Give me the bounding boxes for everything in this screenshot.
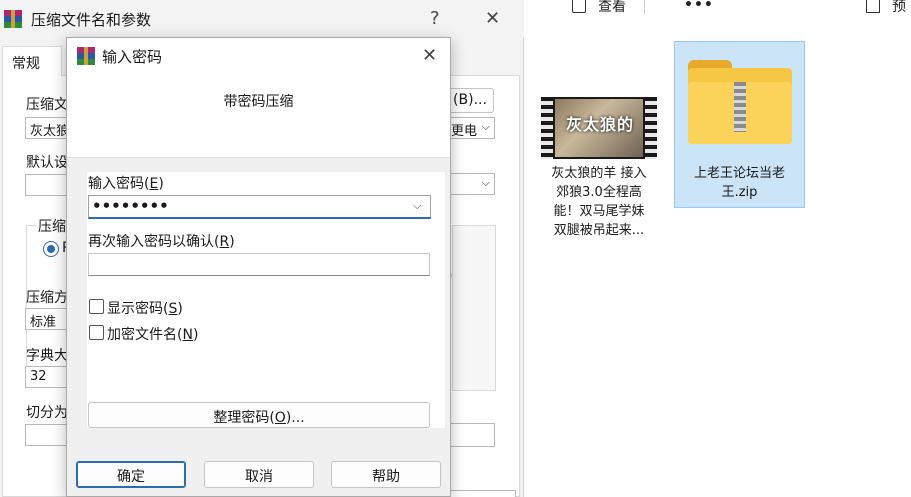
show-password-label[interactable]: 显示密码(S) [107, 298, 183, 318]
winrar-icon [77, 47, 95, 65]
header-text: 带密码压缩 [223, 94, 294, 110]
archive-close-button[interactable]: ✕ [485, 8, 500, 29]
tab-general[interactable]: 常规 [2, 46, 62, 76]
password-input[interactable]: •••••••• ⌵ [88, 195, 431, 219]
archive-dialog-titlebar[interactable]: 压缩文件名和参数 ? ✕ [0, 0, 524, 38]
help-button[interactable]: ? [430, 8, 440, 29]
password-dialog-title: 输入密码 [102, 48, 163, 66]
video-thumbnail: 灰太狼的 [541, 97, 657, 159]
dictionary-label: 字典大 [26, 348, 68, 364]
preview-pane-button[interactable]: 预 [866, 0, 906, 16]
thumbnail-caption: 灰太狼的 [565, 115, 634, 134]
chevron-down-icon: ⌵ [481, 120, 490, 133]
preview-pane-label: 预 [892, 0, 906, 15]
view-label: 查看 [598, 0, 626, 15]
zip-folder-icon [686, 60, 794, 144]
confirm-password-input[interactable] [88, 253, 430, 276]
preview-pane-icon [866, 0, 880, 13]
cancel-button[interactable]: 取消 [204, 461, 314, 488]
default-profile-label: 默认设 [26, 155, 68, 171]
enter-password-label: 输入密码(E) [88, 176, 164, 192]
archive-dialog-title: 压缩文件名和参数 [31, 11, 152, 29]
toolbar-divider [644, 0, 645, 14]
winrar-icon [4, 10, 22, 28]
password-dialog: 输入密码 ✕ 带密码压缩 输入密码(E) •••••••• ⌵ 再次输入密码以确… [66, 37, 451, 497]
browse-button[interactable]: (B)... [446, 88, 494, 113]
file-name: 上老王论坛当老 王.zip [693, 166, 785, 200]
zipper-icon [734, 82, 746, 132]
split-label: 切分为 [26, 405, 68, 421]
format-rar-radio[interactable] [43, 241, 59, 257]
password-masked-value: •••••••• [92, 197, 169, 215]
view-icon [572, 0, 586, 13]
encrypt-filenames-label[interactable]: 加密文件名(N) [107, 324, 198, 344]
bottom-button-partial[interactable] [446, 490, 516, 497]
split-unit-field[interactable] [446, 423, 495, 447]
format-group-label: 压缩 [36, 216, 68, 236]
file-item-zip[interactable]: 上老王论坛当老 王.zip [674, 41, 805, 208]
more-options-button[interactable]: ••• [684, 0, 714, 13]
film-strip-left [541, 97, 553, 159]
update-mode-select[interactable]: 更电 ⌵ [446, 117, 495, 139]
film-strip-right [645, 97, 657, 159]
chevron-down-icon[interactable]: ⌵ [413, 199, 421, 213]
view-menu-button[interactable]: 查看 [572, 0, 626, 16]
close-icon[interactable]: ✕ [422, 45, 437, 66]
file-name: 灰太狼的羊 接入 郊狼3.0全程高 能！双马尾学妹 双腿被吊起来... [551, 166, 647, 238]
confirm-password-label: 再次输入密码以确认(R) [88, 234, 235, 250]
options-group: ) [447, 225, 496, 391]
file-item-video[interactable]: 灰太狼的 灰太狼的羊 接入 郊狼3.0全程高 能！双马尾学妹 双腿被吊起来... [533, 88, 665, 248]
archive-name-label: 压缩文 [26, 97, 68, 113]
chevron-down-icon: ⌵ [481, 176, 490, 189]
show-password-checkbox[interactable] [89, 299, 104, 314]
password-dialog-titlebar[interactable]: 输入密码 ✕ [67, 38, 450, 74]
method-label: 压缩方 [26, 290, 68, 306]
help-button[interactable]: 帮助 [331, 461, 441, 488]
profile-dropdown[interactable]: ⌵ [446, 173, 495, 195]
encrypt-filenames-checkbox[interactable] [89, 325, 104, 340]
organize-passwords-button[interactable]: 整理密码(O)... [88, 402, 430, 428]
password-dialog-header: 带密码压缩 [67, 74, 450, 158]
ok-button[interactable]: 确定 [76, 461, 186, 488]
